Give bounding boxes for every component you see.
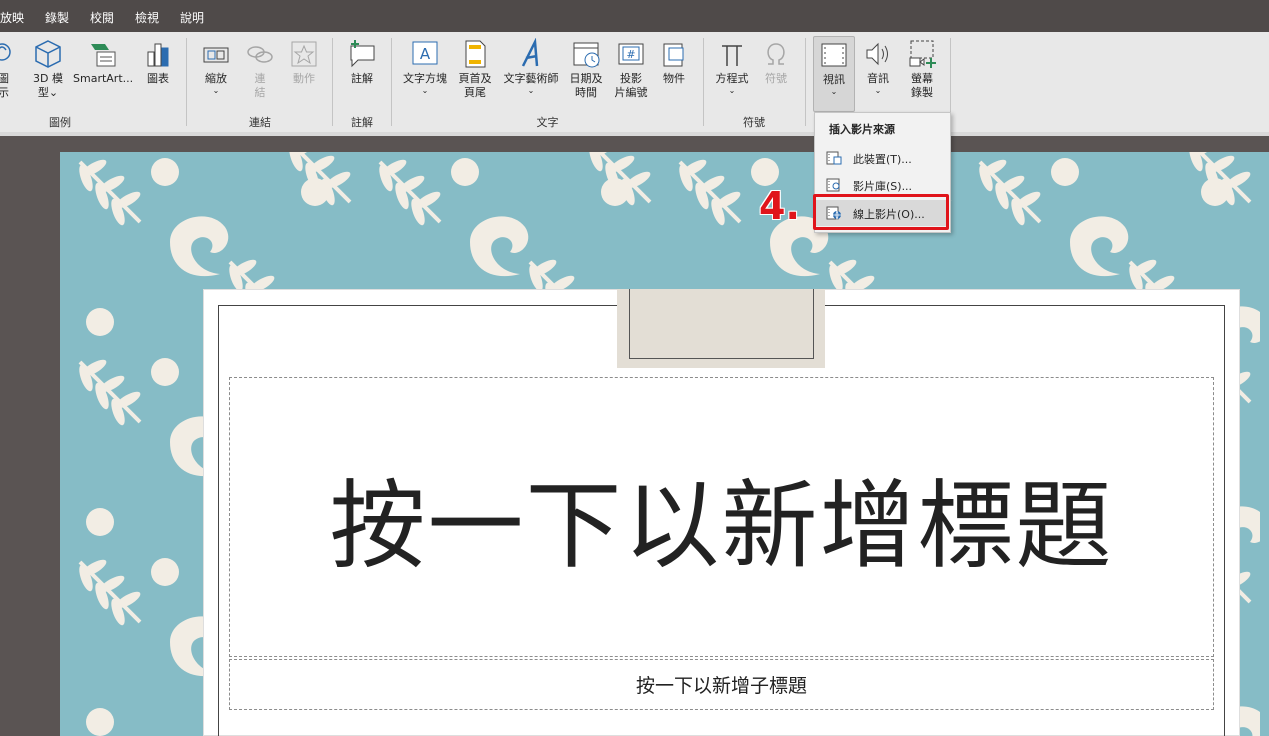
smartart-button[interactable]: SmartArt... [73,38,133,86]
star-icon [286,38,322,70]
video-button[interactable]: 視訊 ⌄ [813,36,855,112]
zoom-icon [198,38,234,70]
textbox-button[interactable]: A 文字方塊 ⌄ [400,38,450,96]
chevron-down-icon: ⌄ [830,87,838,96]
icons-icon [0,38,18,70]
omega-icon [758,38,794,70]
group-separator [186,38,187,126]
film-icon [814,39,854,71]
speaker-icon [860,38,896,70]
menu-record[interactable]: 錄製 [45,9,69,26]
icons-button[interactable]: 圖 示 [0,38,18,100]
subtitle-placeholder[interactable]: 按一下以新增子標題 [229,659,1214,710]
screen-recording-button[interactable]: 螢幕 錄製 [902,38,942,100]
calendar-icon [567,38,605,70]
menu-slideshow[interactable]: 放映 [0,9,24,26]
bar-chart-icon [140,38,176,70]
link-button[interactable]: 連 結 [242,38,278,100]
audio-button[interactable]: 音訊 ⌄ [860,38,896,96]
title-placeholder-text: 按一下以新增標題 [329,469,1114,582]
pi-icon [712,38,752,70]
wordart-icon [499,38,563,70]
cube-icon [28,38,68,70]
object-icon [656,38,692,70]
chevron-down-icon: ⌄ [527,86,535,95]
chevron-down-icon: ⌄ [874,86,882,95]
group-separator [391,38,392,126]
menu-item-this-device[interactable]: 此裝置(T)... [816,145,949,171]
menu-bar: 放映 錄製 校閱 檢視 說明 [0,0,1269,32]
menu-help[interactable]: 說明 [180,9,204,26]
group-separator [332,38,333,126]
zoom-button[interactable]: 縮放 ⌄ [198,38,234,96]
menu-review[interactable]: 校閱 [90,9,114,26]
equation-button[interactable]: 方程式 ⌄ [712,38,752,96]
textbox-icon: A [400,38,450,70]
svg-text:A: A [420,45,431,63]
chevron-down-icon: ⌄ [421,86,429,95]
date-time-button[interactable]: 日期及 時間 [567,38,605,100]
group-label-symbols: 符號 [743,116,765,129]
group-label-text: 文字 [536,116,559,129]
action-button[interactable]: 動作 [286,38,322,86]
svg-text:#: # [626,48,635,61]
symbol-button[interactable]: 符號 [758,38,794,86]
slide-decorative-tab [617,289,825,368]
ribbon: 圖 示 3D 模 型⌄ SmartArt... 圖表 圖例 縮放 ⌄ 連 結 動… [0,32,1269,132]
group-label-links: 連結 [249,116,271,129]
wordart-button[interactable]: 文字藝術師 ⌄ [499,38,563,96]
comment-icon [344,38,380,70]
chevron-down-icon: ⌄ [212,86,220,95]
header-footer-icon [455,38,495,70]
chevron-down-icon: ⌄ [728,86,736,95]
link-icon [242,38,278,70]
group-separator [703,38,704,126]
title-placeholder[interactable]: 按一下以新增標題 [229,377,1214,657]
group-separator [805,38,806,126]
smartart-icon [73,38,133,70]
slide-number-icon: # [611,38,651,70]
group-label-comments: 註解 [351,116,373,129]
subtitle-placeholder-text: 按一下以新增子標題 [635,675,807,697]
screen-recording-icon [902,38,942,70]
object-button[interactable]: 物件 [656,38,692,86]
slide-number-button[interactable]: # 投影 片編號 [611,38,651,100]
comment-button[interactable]: 註解 [344,38,380,86]
group-label-illustrations: 圖例 [49,116,71,129]
annotation-step-label: 4. [759,184,800,228]
header-footer-button[interactable]: 頁首及 頁尾 [455,38,495,100]
dropdown-header: 插入影片來源 [829,123,895,136]
annotation-highlight-box [813,194,949,230]
3d-models-button[interactable]: 3D 模 型⌄ [28,38,68,100]
device-video-icon [826,151,842,165]
menu-view[interactable]: 檢視 [135,9,159,26]
chart-button[interactable]: 圖表 [140,38,176,86]
chevron-down-icon: 型⌄ [37,86,59,99]
stock-video-icon [826,178,842,192]
